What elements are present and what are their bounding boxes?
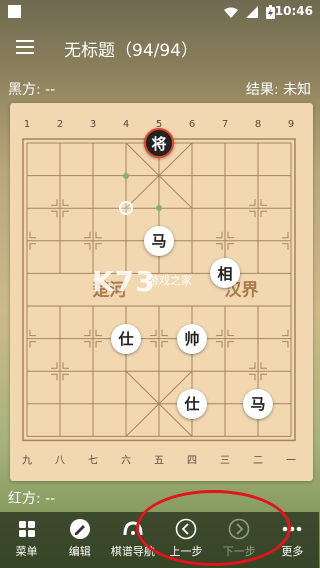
file-label-top: 8 bbox=[255, 119, 261, 130]
piece-red-horse-right[interactable]: 马 bbox=[243, 388, 273, 419]
move-hint-dot[interactable] bbox=[123, 172, 129, 179]
game-result-label: 结果: 未知 bbox=[245, 82, 311, 98]
app-bar: 无标题（94/94） bbox=[0, 24, 319, 70]
page-title: 无标题（94/94） bbox=[64, 41, 198, 61]
file-label-bottom: 八 bbox=[55, 455, 65, 466]
file-label-bottom: 九 bbox=[22, 454, 32, 466]
red-player-label: 红方: -- bbox=[8, 491, 56, 507]
piece-red-advisor-bottom[interactable]: 仕 bbox=[177, 388, 207, 419]
board-grid: 1 2 3 4 5 6 7 8 9九八七六五四三二一楚河 汉界 bbox=[22, 119, 296, 466]
chess-board[interactable]: 1 2 3 4 5 6 7 8 9 九八七六五四三二一楚河 汉界 将马相仕帅仕马 bbox=[10, 103, 313, 481]
file-label-top: 6 bbox=[189, 119, 195, 130]
piece-red-advisor-left[interactable]: 仕 bbox=[111, 323, 141, 354]
menu-button[interactable]: 菜单 bbox=[1, 518, 53, 559]
status-bar: 10:46 bbox=[0, 0, 319, 24]
file-label-bottom: 二 bbox=[253, 455, 263, 466]
wifi-icon bbox=[224, 7, 238, 18]
battery-icon bbox=[266, 5, 275, 19]
piece-red-king[interactable]: 帅 bbox=[177, 323, 207, 354]
file-label-bottom: 六 bbox=[121, 454, 131, 466]
file-label-top: 9 bbox=[288, 119, 294, 130]
watermark-subtitle: 游戏之家 bbox=[148, 274, 192, 287]
file-label-top: 2 bbox=[57, 119, 63, 130]
file-label-top: 4 bbox=[123, 119, 129, 130]
file-label-bottom: 三 bbox=[220, 455, 230, 466]
file-label-top: 7 bbox=[222, 119, 228, 130]
piece-red-horse-center[interactable]: 马 bbox=[144, 225, 174, 256]
hamburger-menu-icon[interactable] bbox=[16, 40, 34, 54]
file-label-bottom: 一 bbox=[286, 455, 296, 466]
clock: 10:46 bbox=[274, 4, 313, 18]
highlight-annotation bbox=[136, 490, 291, 566]
file-label-bottom: 四 bbox=[187, 455, 197, 466]
edit-icon bbox=[69, 519, 90, 539]
menu-button-label: 菜单 bbox=[15, 545, 38, 558]
signal-icon bbox=[246, 6, 258, 18]
notification-icon bbox=[8, 5, 21, 18]
edit-button-label: 编辑 bbox=[68, 545, 91, 558]
grid-icon bbox=[18, 521, 35, 537]
piece-black-general[interactable]: 将 bbox=[144, 128, 174, 158]
file-label-bottom: 七 bbox=[88, 454, 98, 466]
file-label-top: 3 bbox=[90, 119, 96, 130]
file-label-top: 1 bbox=[24, 119, 30, 130]
file-label-bottom: 五 bbox=[154, 455, 164, 466]
black-player-label: 黑方: -- bbox=[8, 82, 56, 98]
status-icons bbox=[224, 5, 275, 19]
more-button-label: 更多 bbox=[281, 545, 304, 558]
edit-button[interactable]: 编辑 bbox=[54, 518, 106, 559]
watermark-logo: K73 bbox=[92, 265, 156, 298]
